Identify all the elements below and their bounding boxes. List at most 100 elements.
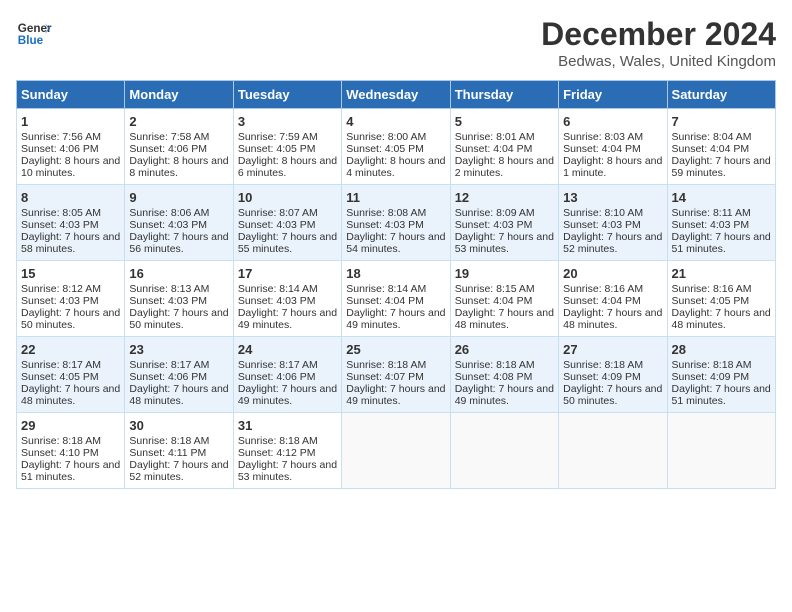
daylight: Daylight: 7 hours and 53 minutes. <box>455 231 554 255</box>
sunrise: Sunrise: 8:03 AM <box>563 131 643 143</box>
daylight: Daylight: 7 hours and 53 minutes. <box>238 459 337 483</box>
week-row-5: 29Sunrise: 8:18 AMSunset: 4:10 PMDayligh… <box>17 413 776 489</box>
daylight: Daylight: 7 hours and 58 minutes. <box>21 231 120 255</box>
day-cell: 25Sunrise: 8:18 AMSunset: 4:07 PMDayligh… <box>342 337 450 413</box>
sunrise: Sunrise: 8:14 AM <box>238 283 318 295</box>
sunrise: Sunrise: 8:08 AM <box>346 207 426 219</box>
day-cell: 9Sunrise: 8:06 AMSunset: 4:03 PMDaylight… <box>125 185 233 261</box>
sunrise: Sunrise: 8:17 AM <box>238 359 318 371</box>
sunset: Sunset: 4:06 PM <box>21 143 99 155</box>
daylight: Daylight: 8 hours and 1 minute. <box>563 155 662 179</box>
day-number: 31 <box>238 418 337 433</box>
sunset: Sunset: 4:06 PM <box>238 371 316 383</box>
location: Bedwas, Wales, United Kingdom <box>541 53 776 70</box>
sunrise: Sunrise: 8:15 AM <box>455 283 535 295</box>
daylight: Daylight: 7 hours and 49 minutes. <box>346 383 445 407</box>
week-row-1: 1Sunrise: 7:56 AMSunset: 4:06 PMDaylight… <box>17 109 776 185</box>
day-number: 21 <box>672 266 771 281</box>
day-number: 22 <box>21 342 120 357</box>
sunset: Sunset: 4:04 PM <box>455 143 533 155</box>
day-cell: 28Sunrise: 8:18 AMSunset: 4:09 PMDayligh… <box>667 337 775 413</box>
sunrise: Sunrise: 8:18 AM <box>455 359 535 371</box>
day-number: 8 <box>21 190 120 205</box>
week-row-3: 15Sunrise: 8:12 AMSunset: 4:03 PMDayligh… <box>17 261 776 337</box>
sunset: Sunset: 4:08 PM <box>455 371 533 383</box>
sunset: Sunset: 4:07 PM <box>346 371 424 383</box>
daylight: Daylight: 7 hours and 59 minutes. <box>672 155 771 179</box>
day-cell <box>342 413 450 489</box>
day-cell: 26 Sunrise: 8:18 AMSunset: 4:08 PMDayligh… <box>450 337 558 413</box>
sunrise: Sunrise: 8:07 AM <box>238 207 318 219</box>
daylight: Daylight: 7 hours and 51 minutes. <box>672 383 771 407</box>
sunrise: Sunrise: 7:58 AM <box>129 131 209 143</box>
day-cell: 6Sunrise: 8:03 AMSunset: 4:04 PMDaylight… <box>559 109 667 185</box>
day-number: 18 <box>346 266 445 281</box>
sunset: Sunset: 4:03 PM <box>346 219 424 231</box>
day-cell: 18Sunrise: 8:14 AMSunset: 4:04 PMDayligh… <box>342 261 450 337</box>
page-header: General Blue December 2024 Bedwas, Wales… <box>16 16 776 70</box>
sunrise: Sunrise: 8:13 AM <box>129 283 209 295</box>
header-day-friday: Friday <box>559 81 667 109</box>
daylight: Daylight: 7 hours and 48 minutes. <box>21 383 120 407</box>
day-number: 3 <box>238 114 337 129</box>
sunrise: Sunrise: 8:01 AM <box>455 131 535 143</box>
svg-text:Blue: Blue <box>18 34 44 47</box>
sunset: Sunset: 4:12 PM <box>238 447 316 459</box>
sunrise: Sunrise: 8:18 AM <box>563 359 643 371</box>
day-number: 28 <box>672 342 771 357</box>
daylight: Daylight: 7 hours and 50 minutes. <box>129 307 228 331</box>
day-number: 4 <box>346 114 445 129</box>
day-cell: 10 Sunrise: 8:07 AMSunset: 4:03 PMDayligh… <box>233 185 341 261</box>
day-cell: 30Sunrise: 8:18 AMSunset: 4:11 PMDayligh… <box>125 413 233 489</box>
day-number: 26 <box>455 342 554 357</box>
sunrise: Sunrise: 8:14 AM <box>346 283 426 295</box>
day-cell: 3Sunrise: 7:59 AMSunset: 4:05 PMDaylight… <box>233 109 341 185</box>
daylight: Daylight: 7 hours and 51 minutes. <box>21 459 120 483</box>
sunset: Sunset: 4:04 PM <box>672 143 750 155</box>
daylight: Daylight: 8 hours and 8 minutes. <box>129 155 228 179</box>
daylight: Daylight: 7 hours and 52 minutes. <box>563 231 662 255</box>
sunrise: Sunrise: 8:04 AM <box>672 131 752 143</box>
calendar-table: SundayMondayTuesdayWednesdayThursdayFrid… <box>16 80 776 489</box>
day-cell: 29Sunrise: 8:18 AMSunset: 4:10 PMDayligh… <box>17 413 125 489</box>
sunset: Sunset: 4:03 PM <box>129 295 207 307</box>
day-cell: 31 Sunrise: 8:18 AMSunset: 4:12 PMDayligh… <box>233 413 341 489</box>
day-cell: 15Sunrise: 8:12 AMSunset: 4:03 PMDayligh… <box>17 261 125 337</box>
day-cell: 13Sunrise: 8:10 AMSunset: 4:03 PMDayligh… <box>559 185 667 261</box>
daylight: Daylight: 7 hours and 50 minutes. <box>21 307 120 331</box>
header-day-thursday: Thursday <box>450 81 558 109</box>
daylight: Daylight: 7 hours and 49 minutes. <box>238 383 337 407</box>
sunrise: Sunrise: 8:10 AM <box>563 207 643 219</box>
sunrise: Sunrise: 7:59 AM <box>238 131 318 143</box>
day-cell: 5 Sunrise: 8:01 AMSunset: 4:04 PMDaylight… <box>450 109 558 185</box>
sunset: Sunset: 4:06 PM <box>129 371 207 383</box>
sunset: Sunset: 4:03 PM <box>21 295 99 307</box>
sunset: Sunset: 4:05 PM <box>672 295 750 307</box>
day-number: 10 <box>238 190 337 205</box>
sunrise: Sunrise: 8:17 AM <box>21 359 101 371</box>
day-number: 27 <box>563 342 662 357</box>
day-cell <box>667 413 775 489</box>
day-cell: 2Sunrise: 7:58 AMSunset: 4:06 PMDaylight… <box>125 109 233 185</box>
sunset: Sunset: 4:03 PM <box>672 219 750 231</box>
sunrise: Sunrise: 8:18 AM <box>238 435 318 447</box>
day-number: 2 <box>129 114 228 129</box>
sunset: Sunset: 4:03 PM <box>238 219 316 231</box>
header-day-tuesday: Tuesday <box>233 81 341 109</box>
day-cell: 24 Sunrise: 8:17 AMSunset: 4:06 PMDayligh… <box>233 337 341 413</box>
daylight: Daylight: 8 hours and 2 minutes. <box>455 155 554 179</box>
day-number: 19 <box>455 266 554 281</box>
daylight: Daylight: 7 hours and 48 minutes. <box>672 307 771 331</box>
sunrise: Sunrise: 8:18 AM <box>346 359 426 371</box>
day-number: 5 <box>455 114 554 129</box>
daylight: Daylight: 7 hours and 49 minutes. <box>346 307 445 331</box>
daylight: Daylight: 8 hours and 10 minutes. <box>21 155 120 179</box>
sunset: Sunset: 4:03 PM <box>563 219 641 231</box>
daylight: Daylight: 7 hours and 55 minutes. <box>238 231 337 255</box>
daylight: Daylight: 8 hours and 6 minutes. <box>238 155 337 179</box>
daylight: Daylight: 7 hours and 49 minutes. <box>455 383 554 407</box>
sunrise: Sunrise: 8:18 AM <box>672 359 752 371</box>
day-number: 24 <box>238 342 337 357</box>
sunset: Sunset: 4:11 PM <box>129 447 206 459</box>
logo: General Blue <box>16 16 52 52</box>
